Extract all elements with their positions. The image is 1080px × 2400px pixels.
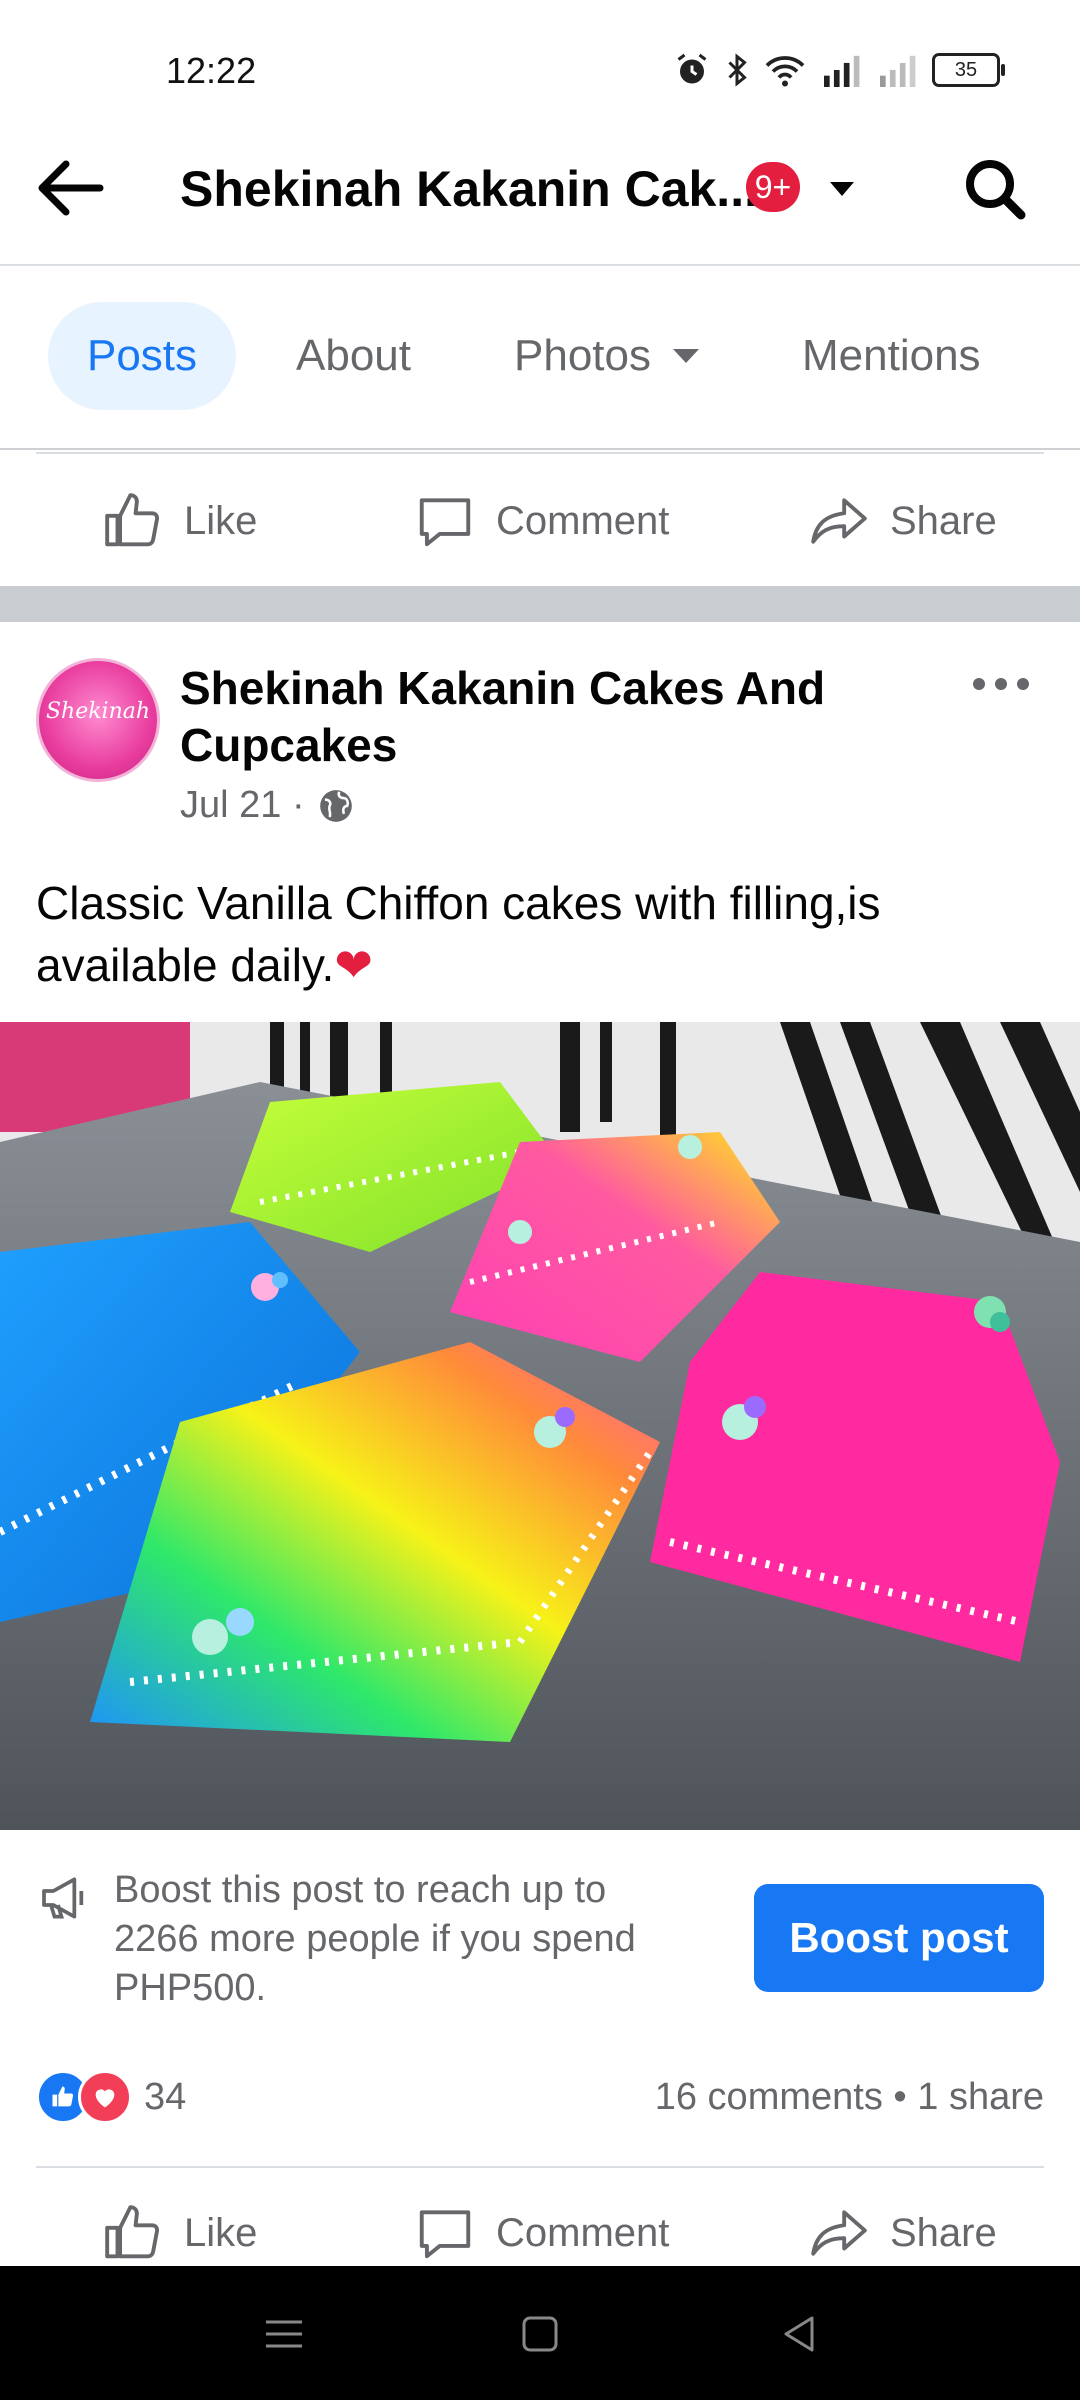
search-icon — [966, 160, 1026, 220]
back-triangle-icon — [784, 2316, 814, 2352]
search-button[interactable] — [956, 150, 1036, 230]
tab-about[interactable]: About — [296, 302, 411, 410]
home-nav-button[interactable] — [512, 2306, 568, 2362]
caret-down-icon — [672, 349, 699, 363]
page-title[interactable]: Shekinah Kakanin Cak... — [180, 160, 758, 218]
like-label: Like — [184, 498, 258, 543]
menu-icon — [266, 2320, 302, 2348]
prev-post-actions: Like Comment Share — [0, 458, 1080, 584]
reaction-count: 34 — [144, 2075, 187, 2118]
bluetooth-icon — [728, 53, 747, 87]
share-label: Share — [890, 2210, 997, 2255]
comments-shares-count[interactable]: 16 comments • 1 share — [655, 2076, 1044, 2119]
tab-photos-label: Photos — [514, 331, 651, 380]
cakes-image — [0, 1022, 1080, 1830]
tab-mentions[interactable]: Mentions — [802, 302, 981, 410]
post-meta: Jul 21 · — [180, 784, 355, 827]
like-label: Like — [184, 2210, 258, 2255]
page-switcher-button[interactable] — [822, 170, 862, 206]
back-arrow-icon — [38, 160, 104, 216]
love-reaction-icon — [78, 2070, 132, 2124]
tab-photos[interactable]: Photos — [514, 302, 701, 410]
battery-icon: 35 — [932, 53, 1005, 87]
alarm-icon — [677, 53, 707, 84]
divider — [36, 452, 1044, 454]
megaphone-icon — [36, 1870, 94, 1926]
comment-button[interactable]: Comment — [414, 458, 669, 584]
page-avatar[interactable]: Shekinah — [36, 658, 160, 782]
back-button[interactable] — [36, 148, 108, 228]
like-button[interactable]: Like — [102, 458, 257, 584]
post-text: Classic Vanilla Chiffon cakes with filli… — [36, 872, 1046, 996]
comment-icon — [419, 2210, 471, 2259]
more-options-button[interactable] — [968, 664, 1034, 704]
signal-icon-2 — [880, 55, 916, 87]
comment-label: Comment — [496, 2210, 670, 2255]
tab-posts[interactable]: Posts — [48, 302, 236, 410]
more-dots-icon — [973, 678, 1029, 690]
comment-label: Comment — [496, 498, 670, 543]
like-icon — [105, 493, 160, 547]
reactions-summary[interactable]: 34 — [36, 2070, 186, 2124]
comment-icon — [419, 498, 471, 547]
back-nav-button[interactable] — [772, 2306, 828, 2362]
share-icon — [811, 498, 867, 544]
boost-post-button[interactable]: Boost post — [754, 1884, 1044, 1992]
share-button[interactable]: Share — [808, 458, 997, 584]
post-separator — [0, 586, 1080, 622]
post-body: Classic Vanilla Chiffon cakes with filli… — [36, 877, 881, 991]
divider — [36, 2166, 1044, 2168]
share-label: Share — [890, 498, 997, 543]
menu-nav-button[interactable] — [256, 2306, 312, 2362]
notification-badge[interactable]: 9+ — [746, 162, 800, 212]
status-time: 12:22 — [166, 50, 257, 91]
post-author[interactable]: Shekinah Kakanin Cakes And Cupcakes — [180, 660, 880, 774]
like-icon — [105, 2205, 160, 2259]
globe-icon — [319, 789, 352, 822]
wifi-icon — [765, 56, 805, 87]
status-icons: 35 — [674, 52, 1005, 88]
home-square-icon — [522, 2316, 558, 2352]
post-date[interactable]: Jul 21 · — [180, 784, 305, 827]
signal-icon — [824, 55, 860, 87]
post-photo[interactable] — [0, 1022, 1080, 1830]
caret-down-icon — [830, 182, 854, 196]
heart-emoji: ❤ — [334, 939, 373, 991]
share-icon — [811, 2210, 867, 2256]
avatar-logo-text: Shekinah — [45, 699, 151, 724]
boost-description: Boost this post to reach up to 2266 more… — [114, 1869, 636, 2009]
